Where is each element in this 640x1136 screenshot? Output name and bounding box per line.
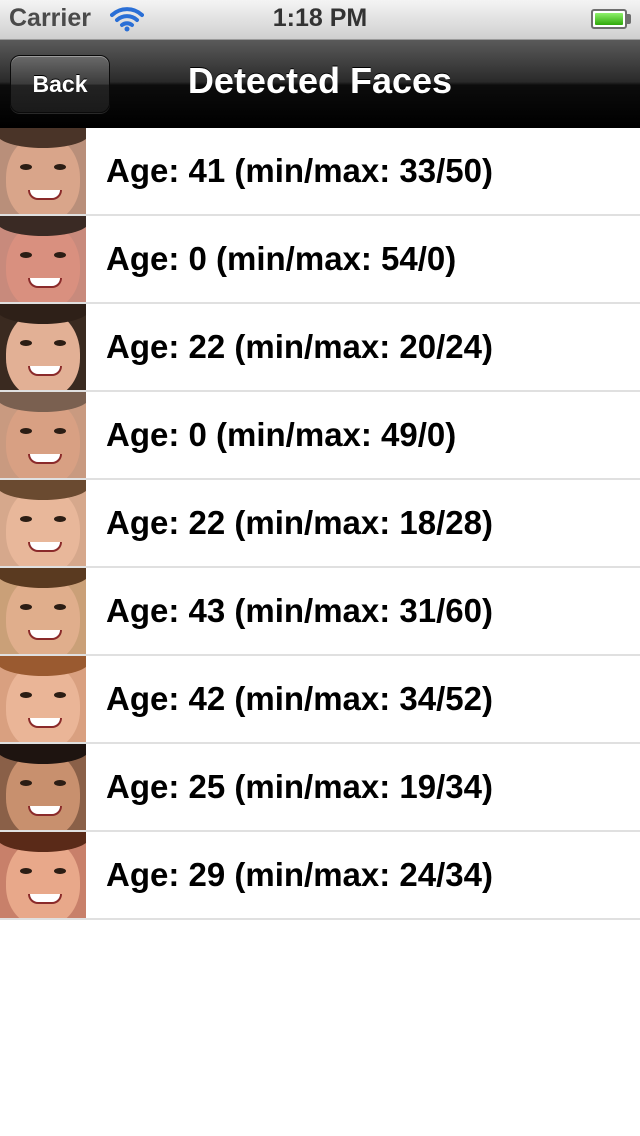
face-age-label: Age: 43 (min/max: 31/60) xyxy=(106,592,493,629)
face-eye xyxy=(20,868,32,874)
battery-level xyxy=(595,13,623,25)
face-thumbnail xyxy=(0,656,86,742)
face-age-label: Age: 42 (min/max: 34/52) xyxy=(106,680,493,717)
face-age-label: Age: 0 (min/max: 54/0) xyxy=(106,240,457,277)
face-age-label: Age: 22 (min/max: 20/24) xyxy=(106,328,493,365)
face-eye xyxy=(54,604,66,610)
face-mouth xyxy=(28,630,62,640)
app-screen: Carrier 1:18 PM Back Detected Faces Age:… xyxy=(0,0,640,1136)
face-thumbnail xyxy=(0,304,86,390)
face-eye xyxy=(54,164,66,170)
face-mouth xyxy=(28,366,62,376)
detected-faces-list: Age: 41 (min/max: 33/50) Age: 0 (min/max… xyxy=(0,128,640,920)
face-row[interactable]: Age: 41 (min/max: 33/50) xyxy=(0,128,640,216)
face-eye xyxy=(20,252,32,258)
navigation-bar: Back Detected Faces xyxy=(0,40,640,128)
face-age-label: Age: 41 (min/max: 33/50) xyxy=(106,152,493,189)
face-eye xyxy=(54,428,66,434)
face-mouth xyxy=(28,190,62,200)
face-eye xyxy=(20,780,32,786)
face-eye xyxy=(20,516,32,522)
face-row[interactable]: Age: 43 (min/max: 31/60) xyxy=(0,568,640,656)
face-mouth xyxy=(28,806,62,816)
battery-icon xyxy=(591,9,627,29)
face-eye xyxy=(20,692,32,698)
face-age-label: Age: 22 (min/max: 18/28) xyxy=(106,504,493,541)
face-mouth xyxy=(28,718,62,728)
face-thumbnail xyxy=(0,568,86,654)
face-thumbnail xyxy=(0,480,86,566)
face-row[interactable]: Age: 22 (min/max: 20/24) xyxy=(0,304,640,392)
face-thumbnail xyxy=(0,128,86,214)
face-mouth xyxy=(28,454,62,464)
face-eye xyxy=(20,428,32,434)
face-eye xyxy=(54,692,66,698)
face-thumbnail xyxy=(0,216,86,302)
face-row[interactable]: Age: 0 (min/max: 54/0) xyxy=(0,216,640,304)
face-row[interactable]: Age: 22 (min/max: 18/28) xyxy=(0,480,640,568)
face-eye xyxy=(54,340,66,346)
face-row[interactable]: Age: 42 (min/max: 34/52) xyxy=(0,656,640,744)
face-eye xyxy=(54,868,66,874)
face-eye xyxy=(20,340,32,346)
face-row[interactable]: Age: 29 (min/max: 24/34) xyxy=(0,832,640,920)
status-time: 1:18 PM xyxy=(272,4,368,32)
face-eye xyxy=(20,604,32,610)
face-age-label: Age: 0 (min/max: 49/0) xyxy=(106,416,457,453)
face-age-label: Age: 25 (min/max: 19/34) xyxy=(106,768,493,805)
face-eye xyxy=(20,164,32,170)
face-mouth xyxy=(28,894,62,904)
face-thumbnail xyxy=(0,832,86,918)
battery-tip xyxy=(627,14,631,24)
face-eye xyxy=(54,252,66,258)
face-eye xyxy=(54,780,66,786)
status-bar: Carrier 1:18 PM xyxy=(0,0,640,40)
page-title: Detected Faces xyxy=(187,60,453,101)
face-thumbnail xyxy=(0,744,86,830)
face-mouth xyxy=(28,542,62,552)
face-eye xyxy=(54,516,66,522)
face-thumbnail xyxy=(0,392,86,478)
face-age-label: Age: 29 (min/max: 24/34) xyxy=(106,856,493,893)
face-row[interactable]: Age: 0 (min/max: 49/0) xyxy=(0,392,640,480)
face-mouth xyxy=(28,278,62,288)
face-row[interactable]: Age: 25 (min/max: 19/34) xyxy=(0,744,640,832)
